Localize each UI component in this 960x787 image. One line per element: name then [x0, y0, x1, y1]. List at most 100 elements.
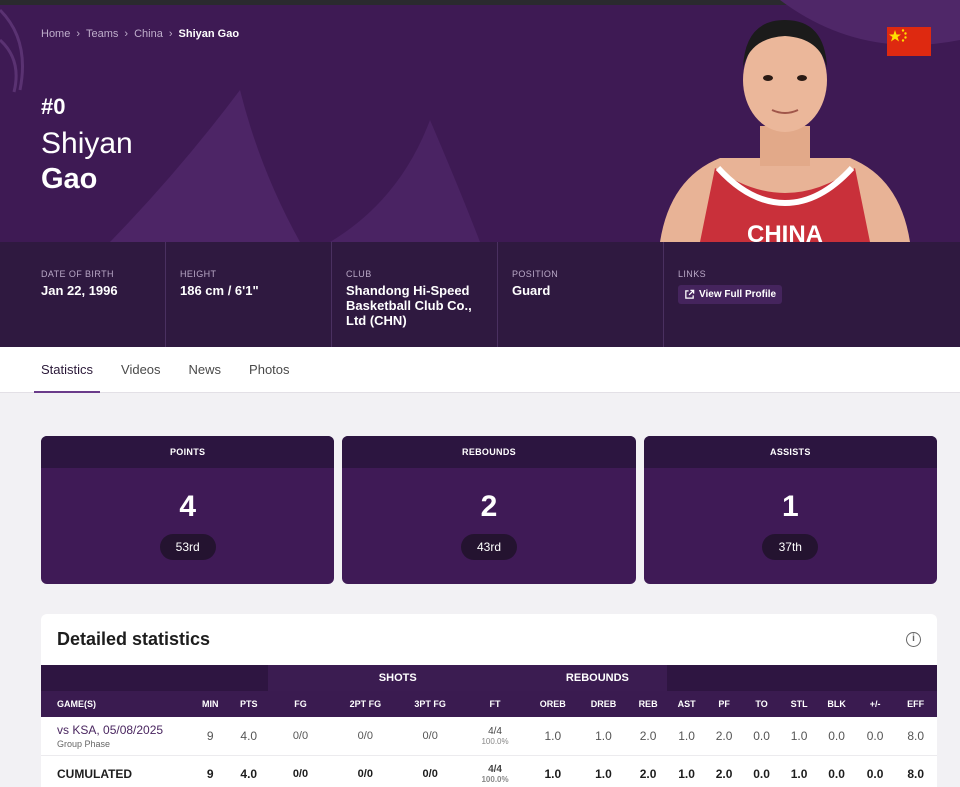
points-card: POINTS 4 53rd: [41, 436, 335, 584]
tab-news[interactable]: News: [182, 347, 229, 393]
cell-ast: 1.0: [667, 755, 706, 787]
table-header: GAME(S) MIN PTS FG 2PT FG 3PT FG FT OREB…: [41, 691, 937, 717]
col-oreb[interactable]: OREB: [527, 691, 579, 717]
game-link[interactable]: vs KSA, 05/08/2025: [57, 723, 191, 737]
ft-percentage: 100.0%: [481, 775, 509, 784]
col-fg[interactable]: FG: [268, 691, 333, 717]
tab-videos[interactable]: Videos: [114, 347, 168, 393]
table-group-header: SHOTS REBOUNDS: [41, 665, 937, 691]
cell-pf: 2.0: [705, 717, 743, 756]
cell-oreb: 1.0: [527, 755, 579, 787]
china-flag-icon: [887, 27, 931, 56]
info-icon[interactable]: i: [906, 632, 921, 647]
svg-text:CHINA: CHINA: [747, 221, 823, 242]
player-info-bar: DATE OF BIRTH Jan 22, 1996 HEIGHT 186 cm…: [0, 242, 960, 347]
tab-statistics[interactable]: Statistics: [34, 347, 101, 393]
cell-to: 0.0: [742, 717, 781, 756]
col-ast[interactable]: AST: [667, 691, 706, 717]
info-label: CLUB: [346, 269, 372, 279]
chevron-right-icon: ›: [124, 28, 129, 40]
ft-percentage: 100.0%: [481, 736, 509, 746]
game-cell: vs KSA, 05/08/2025 Group Phase: [41, 717, 191, 756]
rank-badge: 43rd: [460, 534, 517, 560]
assists-card: ASSISTS 1 37th: [643, 436, 937, 584]
breadcrumb-teams[interactable]: Teams: [86, 28, 118, 40]
card-title: POINTS: [41, 436, 335, 468]
tab-photos[interactable]: Photos: [242, 347, 296, 393]
cell-stl: 1.0: [780, 717, 818, 756]
info-value: Guard: [512, 283, 551, 298]
cell-ast: 1.0: [667, 717, 706, 756]
info-height: HEIGHT 186 cm / 6'1": [166, 242, 332, 347]
col-ft[interactable]: FT: [462, 691, 528, 717]
player-first-name: Shiyan: [41, 127, 133, 160]
breadcrumb-current: Shiyan Gao: [178, 28, 240, 40]
info-value: 186 cm / 6'1": [180, 283, 259, 298]
info-club: CLUB Shandong Hi-Speed Basketball Club C…: [332, 242, 498, 347]
card-title: ASSISTS: [643, 436, 937, 468]
cell-2pt-fg: 0/0: [332, 717, 398, 756]
col-pf[interactable]: PF: [705, 691, 743, 717]
group-blank: [41, 665, 269, 691]
detailed-statistics-panel: Detailed statistics i SHOTS REBOUNDS GAM…: [41, 614, 937, 787]
cell-pts: 4.0: [229, 717, 269, 756]
cell-to: 0.0: [742, 755, 781, 787]
col-3pt-fg[interactable]: 3PT FG: [397, 691, 463, 717]
info-label: DATE OF BIRTH: [41, 269, 114, 279]
col-dreb[interactable]: DREB: [578, 691, 629, 717]
cell-ft: 4/4 100.0%: [462, 717, 528, 756]
col-reb[interactable]: REB: [628, 691, 668, 717]
card-value: 4: [179, 490, 196, 523]
chevron-right-icon: ›: [168, 28, 173, 40]
col-blk[interactable]: BLK: [817, 691, 856, 717]
cell-dreb: 1.0: [578, 717, 629, 756]
col-2pt-fg[interactable]: 2PT FG: [332, 691, 398, 717]
col-min[interactable]: MIN: [191, 691, 230, 717]
jersey-number: #0: [41, 94, 66, 119]
cell-dreb: 1.0: [578, 755, 629, 787]
cell-ft: 4/4 100.0%: [462, 755, 528, 787]
info-label: HEIGHT: [180, 269, 217, 279]
cell-reb: 2.0: [628, 717, 668, 756]
cell-fg: 0/0: [268, 755, 333, 787]
chevron-right-icon: ›: [76, 28, 81, 40]
cell-fg: 0/0: [268, 717, 333, 756]
cell-reb: 2.0: [628, 755, 668, 787]
breadcrumb-home[interactable]: Home: [41, 28, 70, 40]
card-value: 2: [480, 490, 498, 523]
info-position: POSITION Guard: [498, 242, 664, 347]
card-value: 1: [781, 490, 799, 523]
cell-3pt-fg: 0/0: [397, 755, 463, 787]
col-plus-minus[interactable]: +/-: [855, 691, 895, 717]
ft-made-attempted: 4/4: [488, 725, 502, 737]
info-date-of-birth: DATE OF BIRTH Jan 22, 1996: [0, 242, 166, 347]
game-phase: Group Phase: [57, 738, 111, 749]
ft-made-attempted: 4/4: [488, 764, 502, 775]
col-games[interactable]: GAME(S): [41, 691, 191, 717]
group-rebounds: REBOUNDS: [527, 665, 668, 691]
cell-pts: 4.0: [229, 755, 269, 787]
info-label: LINKS: [678, 269, 707, 279]
cell-oreb: 1.0: [527, 717, 579, 756]
view-full-profile-button[interactable]: View Full Profile: [678, 285, 783, 304]
group-shots: SHOTS: [268, 665, 528, 691]
col-eff[interactable]: EFF: [894, 691, 937, 717]
rank-badge: 37th: [762, 534, 819, 560]
col-pts[interactable]: PTS: [229, 691, 269, 717]
cell-plus-minus: 0.0: [855, 717, 895, 756]
card-title: REBOUNDS: [342, 436, 636, 468]
breadcrumb-china[interactable]: China: [134, 28, 163, 40]
cell-2pt-fg: 0/0: [332, 755, 398, 787]
cell-eff: 8.0: [894, 717, 937, 756]
player-hero: Home › Teams › China › Shiyan Gao #0 Shi…: [0, 0, 960, 242]
info-label: POSITION: [512, 269, 559, 279]
info-value: Shandong Hi-Speed Basketball Club Co., L…: [346, 283, 472, 328]
cumulated-label: CUMULATED: [41, 755, 191, 787]
external-link-icon: [685, 289, 695, 299]
stat-cards: POINTS 4 53rd REBOUNDS 2 43rd ASSISTS 1 …: [41, 436, 937, 584]
col-stl[interactable]: STL: [780, 691, 818, 717]
detailed-statistics-title: Detailed statistics: [57, 629, 211, 649]
cell-pf: 2.0: [705, 755, 743, 787]
view-full-profile-label: View Full Profile: [699, 289, 777, 300]
col-to[interactable]: TO: [742, 691, 781, 717]
